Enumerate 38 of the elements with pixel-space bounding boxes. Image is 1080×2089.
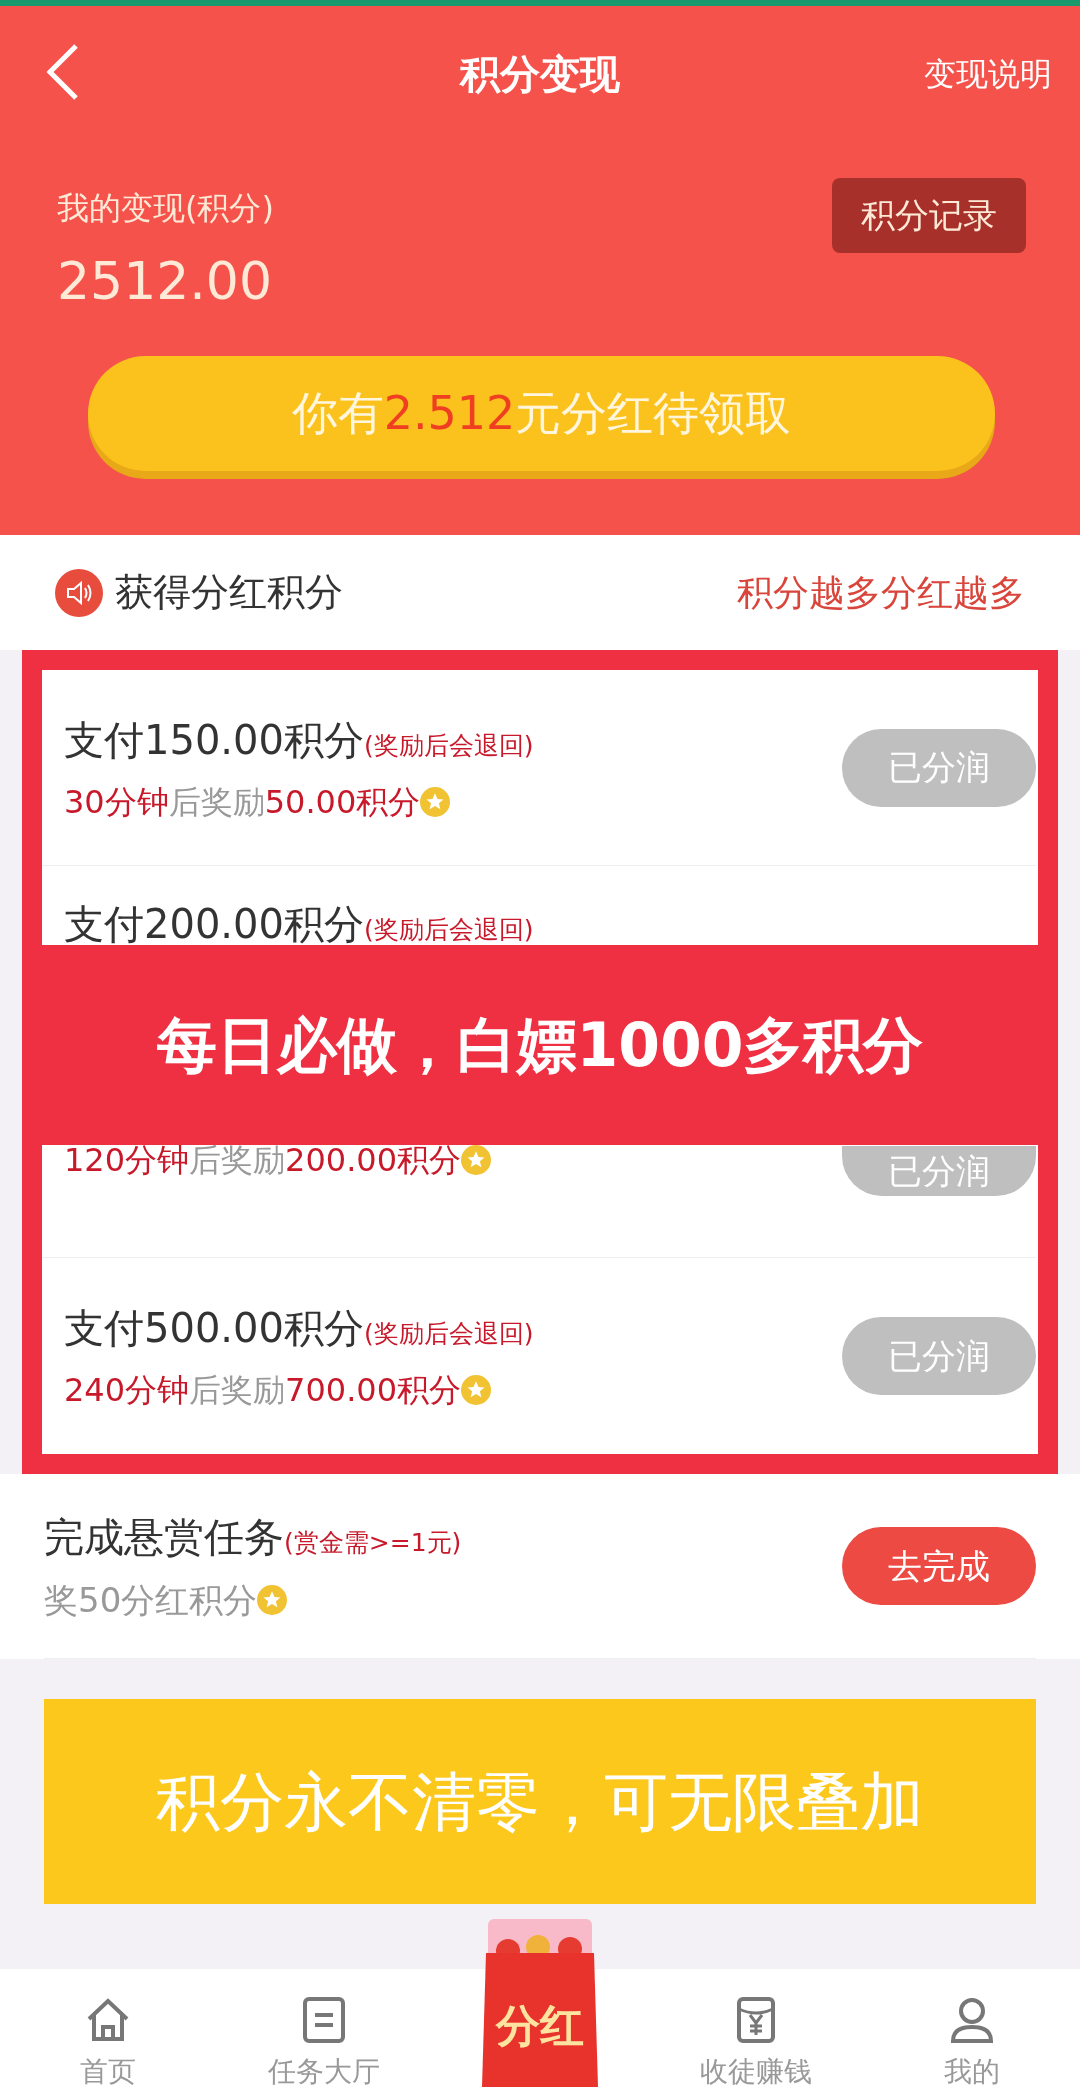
task-hint: (赏金需>=1元) [284,1526,462,1559]
reward-points: 700.00积分 [285,1370,462,1411]
section-note: 积分越多分红越多 [737,570,1025,615]
status-button[interactable]: 去完成 [842,1527,1036,1605]
back-icon[interactable] [44,42,80,102]
record-button[interactable]: 积分记录 [832,178,1026,253]
nav-tab[interactable]: 分红 [460,1913,620,2089]
reward-points: 50.00积分 [264,781,421,823]
explanation-link[interactable]: 变现说明 [924,50,1052,98]
nav-label: 首页 [80,2054,136,2089]
reward-time: 30分钟 [64,781,169,823]
nav-label: 分红 [494,1999,585,2053]
nav-label: 任务大厅 [268,2054,380,2089]
nav-tab[interactable]: 我的 [892,1995,1052,2089]
status-button[interactable]: 已分润 [842,1317,1036,1395]
nav-tab[interactable]: 首页 [28,1995,188,2089]
task-hint: (奖励后会退回) [363,1318,534,1350]
promo-banner: 积分永不清零，可无限叠加 [44,1699,1036,1904]
task-hint: (奖励后会退回) [363,729,534,762]
status-button[interactable]: 已分润 [842,1146,1036,1196]
balance-value: 2512.00 [57,250,273,313]
nav-label: 收徒赚钱 [700,2054,812,2089]
section-title: 获得分红积分 [115,569,343,616]
task-title: 完成悬赏任务 [44,1512,284,1562]
reward-text: 后奖励 [189,1370,286,1411]
nav-label: 我的 [944,2054,1000,2089]
nav-tab[interactable]: 收徒赚钱 [676,1995,836,2089]
task-title: 支付150.00积分 [64,715,364,765]
task-title: 支付500.00积分 [64,1304,364,1353]
reward-time: 240分钟 [64,1370,190,1411]
speaker-icon [55,568,103,617]
reward-text: 后奖励 [168,781,265,823]
nav-tab[interactable]: 任务大厅 [244,1995,404,2089]
page-title: 积分变现 [460,50,620,99]
balance-label: 我的变现(积分) [57,188,274,229]
task-hint: (奖励后会退回) [363,914,534,946]
status-button[interactable]: 已分润 [842,728,1036,807]
reward-text: 奖50分红积分 [44,1578,258,1622]
